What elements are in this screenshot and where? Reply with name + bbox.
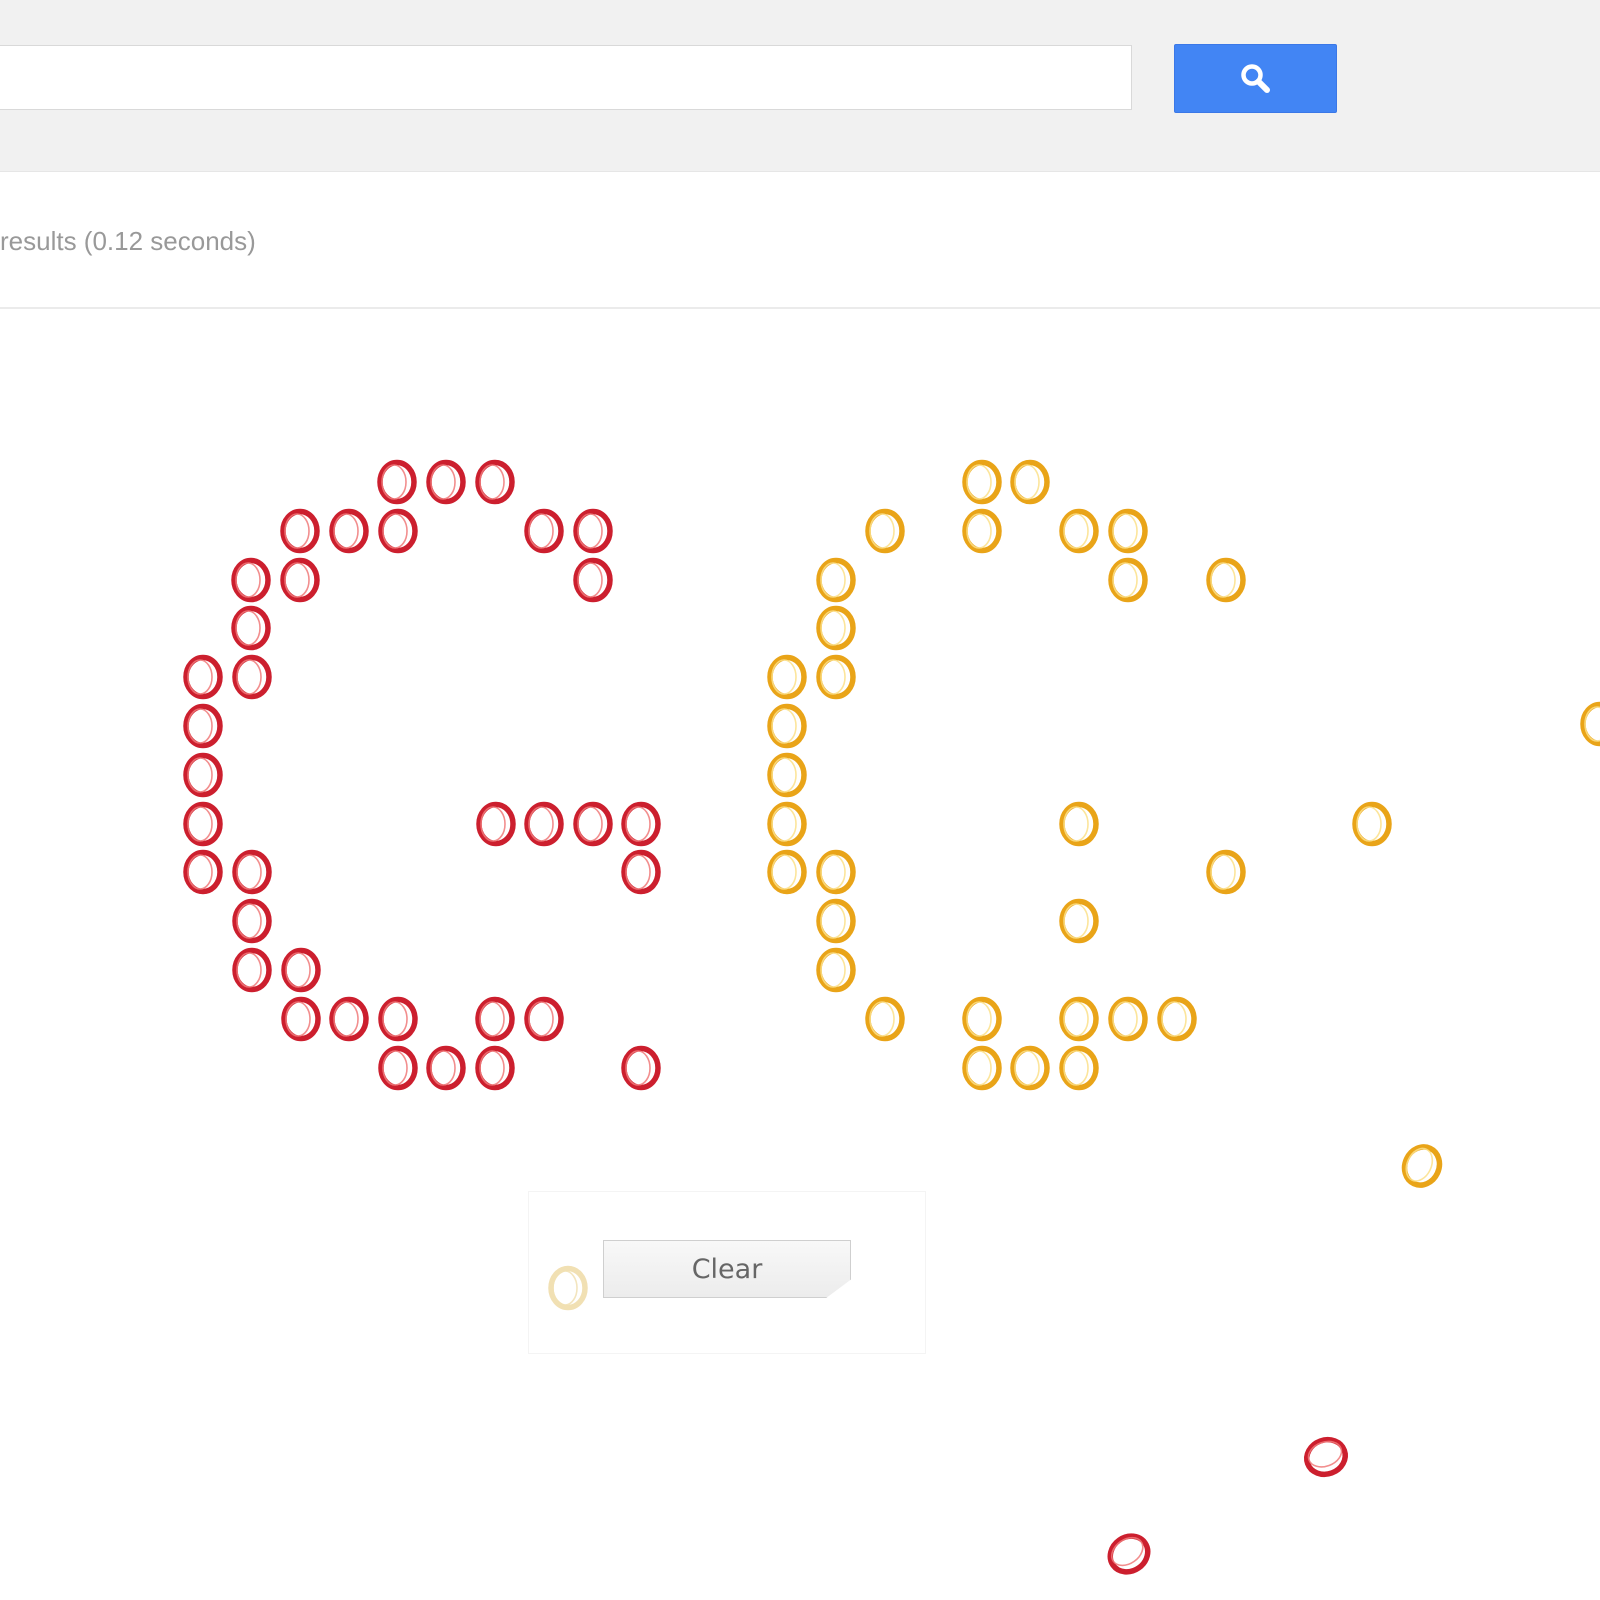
doodle-ring	[1107, 1533, 1151, 1575]
doodle-ring	[1157, 996, 1197, 1042]
doodle-ring	[378, 996, 418, 1042]
doodle-ring	[1108, 508, 1148, 554]
doodle-ring	[231, 605, 271, 651]
doodle-ring	[378, 508, 418, 554]
doodle-ring	[816, 947, 856, 993]
doodle-ring	[183, 849, 223, 895]
doodle-ring	[621, 801, 661, 847]
doodle-ring	[816, 849, 856, 895]
doodle-ring	[573, 557, 613, 603]
doodle-ring	[621, 849, 661, 895]
doodle-ring	[573, 508, 613, 554]
doodle-ring	[1010, 1045, 1050, 1091]
doodle-ring	[232, 654, 272, 700]
doodle-ring	[962, 459, 1002, 505]
doodle-ring	[183, 654, 223, 700]
doodle-ring	[816, 898, 856, 944]
doodle-ring	[281, 996, 321, 1042]
doodle-ring	[426, 1045, 466, 1091]
doodle-ring	[524, 508, 564, 554]
doodle-ring	[475, 459, 515, 505]
doodle-ring	[1206, 849, 1246, 895]
doodle-ring	[767, 752, 807, 798]
doodle-ring	[1352, 801, 1392, 847]
doodle-ring	[281, 947, 321, 993]
doodle-ring	[573, 801, 613, 847]
doodle-ring	[767, 849, 807, 895]
doodle-ring	[280, 557, 320, 603]
doodle-ring	[183, 703, 223, 749]
doodle-ring	[816, 605, 856, 651]
doodle-ring	[231, 557, 271, 603]
doodle-ring	[816, 557, 856, 603]
doodle-ring	[1304, 1436, 1348, 1478]
doodle-ring	[1059, 898, 1099, 944]
doodle-ring	[232, 947, 272, 993]
doodle-ring	[1059, 508, 1099, 554]
doodle-ring	[1059, 801, 1099, 847]
doodle-ring	[962, 996, 1002, 1042]
doodle-ring	[524, 996, 564, 1042]
doodle-ring	[1108, 996, 1148, 1042]
clear-button[interactable]: Clear	[603, 1240, 851, 1298]
doodle-ring	[280, 508, 320, 554]
doodle-ring	[329, 996, 369, 1042]
doodle-ring	[767, 801, 807, 847]
doodle-ring	[377, 459, 417, 505]
doodle-ring	[232, 898, 272, 944]
doodle-ring	[232, 849, 272, 895]
doodle-ring	[183, 801, 223, 847]
doodle-ring	[1580, 701, 1600, 747]
doodle-ring	[865, 996, 905, 1042]
doodle-ring	[476, 801, 516, 847]
doodle-ring	[816, 654, 856, 700]
doodle-ring	[962, 508, 1002, 554]
doodle-ring	[962, 1045, 1002, 1091]
doodle-ring	[621, 1045, 661, 1091]
doodle-ring	[1206, 557, 1246, 603]
doodle-ring	[1059, 996, 1099, 1042]
doodle-ring	[475, 996, 515, 1042]
doodle-ring	[1059, 1045, 1099, 1091]
doodle-ring	[1108, 557, 1148, 603]
doodle-ring	[1401, 1144, 1443, 1188]
doodle-ring	[329, 508, 369, 554]
doodle-ring	[378, 1045, 418, 1091]
letter-ring-doodle	[183, 459, 1600, 1575]
doodle-ring	[475, 1045, 515, 1091]
doodle-ring	[767, 703, 807, 749]
doodle-ring	[524, 801, 564, 847]
doodle-ring	[767, 654, 807, 700]
doodle-ring	[865, 508, 905, 554]
search-results-page: results (0.12 seconds) Clear	[0, 0, 1600, 1600]
doodle-ring	[426, 459, 466, 505]
doodle-ring	[1010, 459, 1050, 505]
doodle-ring	[183, 752, 223, 798]
